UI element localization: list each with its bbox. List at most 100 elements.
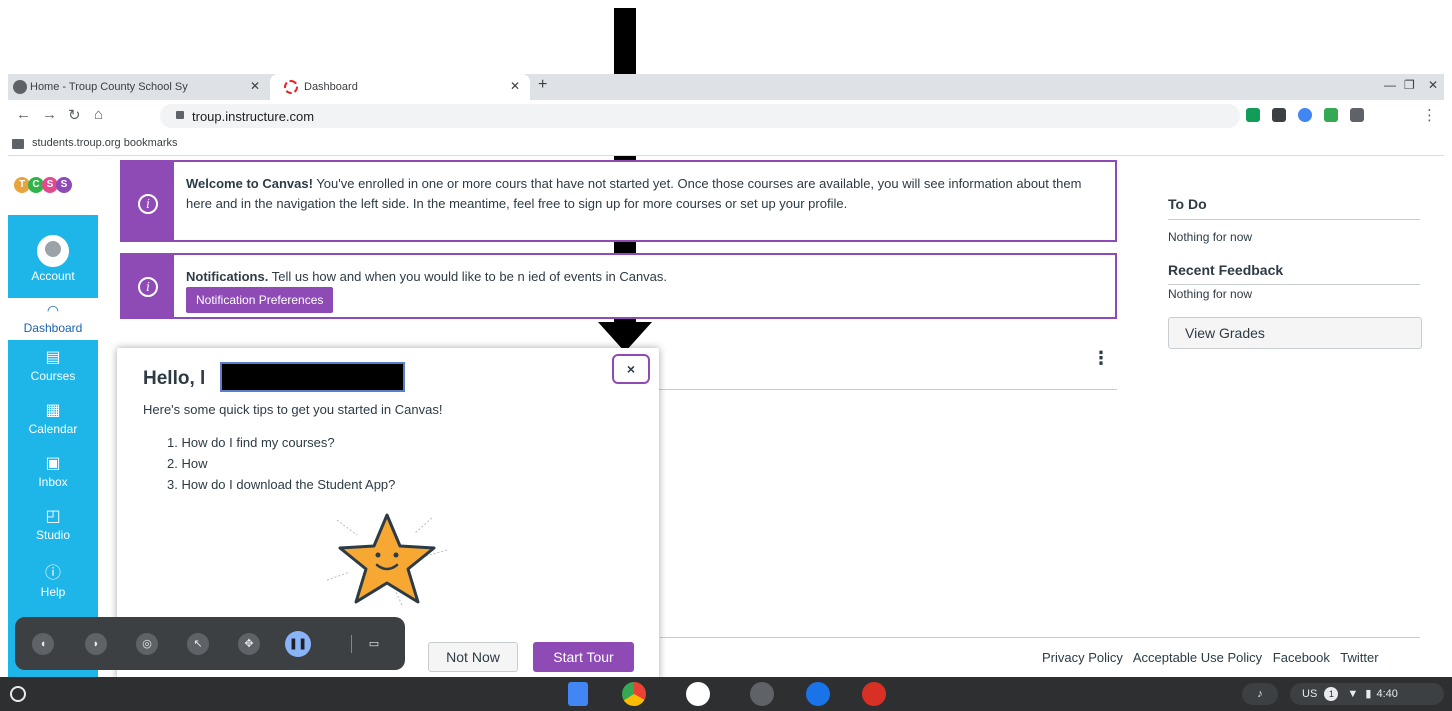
nav-help[interactable]: ⓘ Help xyxy=(8,559,98,599)
notifications-text: Notifications. Tell us how and when you … xyxy=(186,267,1101,313)
facebook-link[interactable]: Facebook xyxy=(1273,650,1330,665)
inbox-icon: ▣ xyxy=(45,455,61,472)
todo-divider xyxy=(1168,219,1420,220)
right-click-icon[interactable]: ◗ xyxy=(85,633,107,655)
nav-studio[interactable]: ◰ Studio xyxy=(8,506,98,542)
clock: 4:40 xyxy=(1376,688,1398,700)
not-now-button[interactable]: Not Now xyxy=(428,642,518,672)
accessibility-toolbar: ◖ ◗ ◎ ↖ ✥ ❚❚ ▭ xyxy=(15,617,405,670)
tour-tip[interactable]: 2. How xyxy=(167,453,395,474)
tab-close-icon[interactable]: ✕ xyxy=(510,79,520,93)
back-icon[interactable]: ← xyxy=(16,106,31,123)
double-click-icon[interactable]: ◎ xyxy=(136,633,158,655)
scroll-icon[interactable]: ✥ xyxy=(238,633,260,655)
feedback-divider xyxy=(1168,284,1420,285)
tour-tips-list: 1. How do I find my courses? 2. How 3. H… xyxy=(167,432,395,495)
notification-count: 1 xyxy=(1324,687,1339,701)
gallery-icon[interactable] xyxy=(862,682,886,706)
view-grades-button[interactable]: View Grades xyxy=(1168,317,1422,349)
nav-account[interactable]: Account xyxy=(8,235,98,283)
lock-icon xyxy=(176,111,184,119)
canvas-logo-icon xyxy=(284,80,298,94)
dashboard-gauge-icon: ◠ xyxy=(46,302,60,318)
classroom-extension-icon[interactable] xyxy=(1246,108,1260,122)
more-menu-icon[interactable]: ⋮ xyxy=(1422,106,1437,124)
twitter-link[interactable]: Twitter xyxy=(1340,650,1378,665)
acceptable-use-link[interactable]: Acceptable Use Policy xyxy=(1133,650,1262,665)
tab-title: Dashboard xyxy=(304,81,358,93)
puzzle-icon[interactable] xyxy=(1350,108,1364,122)
tour-greeting: Hello, l xyxy=(143,368,206,389)
bookmarks-bar: students.troup.org bookmarks xyxy=(8,132,1444,156)
footer-divider xyxy=(660,637,1420,638)
nav-label: Studio xyxy=(35,528,71,542)
tab-home[interactable]: Home - Troup County School Sy ✕ xyxy=(8,74,270,100)
position-icon[interactable]: ▭ xyxy=(363,633,385,655)
minimize-icon[interactable]: — xyxy=(1384,78,1396,92)
tab-title: Home - Troup County School Sy xyxy=(30,81,188,93)
pause-icon[interactable]: ❚❚ xyxy=(285,631,311,657)
chromeos-shelf: ♪ US 1 ▼ ▮ 4:40 xyxy=(0,677,1452,711)
dashboard-options-icon[interactable]: ⋮ xyxy=(1092,348,1110,369)
help-icon: ⓘ xyxy=(44,565,61,582)
tab-dashboard[interactable]: Dashboard ✕ xyxy=(270,74,530,100)
colorful-extension-icon[interactable] xyxy=(1298,108,1312,122)
window-close-icon[interactable]: ✕ xyxy=(1428,78,1438,92)
notification-preferences-button[interactable]: Notification Preferences xyxy=(186,287,334,313)
welcome-alert: i Welcome to Canvas! You've enrolled in … xyxy=(120,160,1117,242)
drag-icon[interactable]: ↖ xyxy=(187,633,209,655)
welcome-message: You've enrolled in one or more cours tha… xyxy=(186,176,1082,211)
forward-icon[interactable]: → xyxy=(42,106,57,123)
home-icon[interactable]: ⌂ xyxy=(94,106,103,123)
global-nav: T C S S Account ◠ Dashboard ▤ Courses ▦ … xyxy=(8,157,98,677)
logo-circles: T C S S xyxy=(14,177,72,193)
nav-calendar[interactable]: ▦ Calendar xyxy=(8,400,98,436)
screen: Home - Troup County School Sy ✕ Dashboar… xyxy=(0,0,1452,711)
redacted-name xyxy=(220,362,405,392)
cast-extension-icon[interactable] xyxy=(1324,108,1338,122)
notifications-alert: i Notifications. Tell us how and when yo… xyxy=(120,253,1117,319)
start-tour-button[interactable]: Start Tour xyxy=(533,642,634,672)
tour-close-button[interactable]: × xyxy=(612,354,650,384)
feedback-heading: Recent Feedback xyxy=(1168,262,1284,278)
incognito-extension-icon[interactable] xyxy=(1272,108,1286,122)
left-click-icon[interactable]: ◖ xyxy=(32,633,54,655)
play-store-icon[interactable] xyxy=(686,682,710,706)
url-text: troup.instructure.com xyxy=(192,109,315,124)
docs-icon[interactable] xyxy=(568,682,588,706)
reload-icon[interactable]: ↻ xyxy=(68,106,81,124)
tour-tip[interactable]: 1. How do I find my courses? xyxy=(167,432,395,453)
todo-heading: To Do xyxy=(1168,196,1207,212)
tab-close-icon[interactable]: ✕ xyxy=(250,79,260,93)
nav-courses[interactable]: ▤ Courses xyxy=(8,347,98,383)
nav-dashboard[interactable]: ◠ Dashboard xyxy=(8,298,98,340)
nav-label: Dashboard xyxy=(23,321,83,335)
privacy-policy-link[interactable]: Privacy Policy xyxy=(1042,650,1123,665)
ime-indicator: US xyxy=(1302,688,1318,700)
address-bar[interactable]: troup.instructure.com xyxy=(160,104,1240,128)
notifications-message: Tell us how and when you would like to b… xyxy=(271,269,668,284)
star-illustration xyxy=(326,513,448,606)
bookmark-folder[interactable]: students.troup.org bookmarks xyxy=(32,137,178,149)
folder-icon xyxy=(12,139,24,149)
battery-icon: ▮ xyxy=(1365,688,1372,700)
nav-label: Inbox xyxy=(38,475,68,489)
files-icon[interactable] xyxy=(806,682,830,706)
welcome-text: Welcome to Canvas! You've enrolled in on… xyxy=(186,174,1101,214)
chrome-icon[interactable] xyxy=(622,682,646,706)
restore-icon[interactable]: ❐ xyxy=(1404,78,1415,92)
microphone-icon[interactable]: ♪ xyxy=(1242,683,1278,705)
avatar xyxy=(37,235,69,267)
school-logo[interactable]: T C S S xyxy=(8,157,98,215)
status-tray[interactable]: US 1 ▼ ▮ 4:40 xyxy=(1290,683,1444,705)
new-tab-button[interactable]: + xyxy=(538,76,547,94)
nav-inbox[interactable]: ▣ Inbox xyxy=(8,453,98,489)
launcher-icon[interactable] xyxy=(10,686,26,702)
calendar-icon: ▦ xyxy=(45,402,61,419)
nav-label: Help xyxy=(40,585,66,599)
studio-icon: ◰ xyxy=(45,508,61,525)
nav-label: Account xyxy=(31,269,75,283)
camera-icon[interactable] xyxy=(750,682,774,706)
notifications-title: Notifications. xyxy=(186,269,269,284)
tour-tip[interactable]: 3. How do I download the Student App? xyxy=(167,474,395,495)
